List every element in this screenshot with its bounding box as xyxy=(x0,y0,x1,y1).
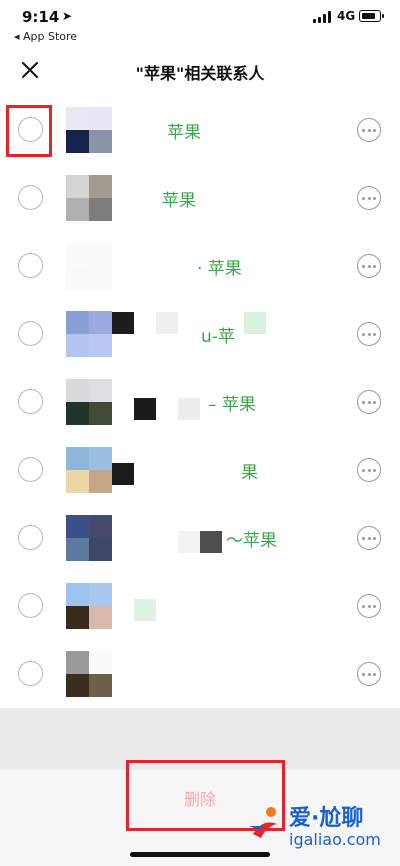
contact-row[interactable]: 果 xyxy=(0,436,400,504)
more-options-icon[interactable] xyxy=(357,662,381,686)
avatar xyxy=(66,379,112,425)
more-options-icon[interactable] xyxy=(357,254,381,278)
page-title: "苹果"相关联系人 xyxy=(135,64,265,83)
annotation-highlight-box xyxy=(6,105,52,157)
more-options-icon[interactable] xyxy=(357,118,381,142)
redacted-block xyxy=(178,531,200,553)
avatar xyxy=(66,311,112,357)
redacted-block xyxy=(112,312,134,334)
select-radio[interactable] xyxy=(18,525,43,550)
select-radio[interactable] xyxy=(18,457,43,482)
avatar xyxy=(66,107,112,153)
redacted-block xyxy=(134,599,156,621)
select-radio[interactable] xyxy=(18,253,43,278)
redacted-block xyxy=(156,312,178,334)
contact-row[interactable]: ～苹果 xyxy=(0,504,400,572)
battery-icon xyxy=(359,10,384,22)
redacted-block xyxy=(244,312,266,334)
network-type: 4G xyxy=(337,9,356,23)
runner-logo-icon xyxy=(249,807,277,838)
nav-bar: "苹果"相关联系人 xyxy=(0,48,400,94)
contact-name: u-苹 xyxy=(201,327,235,347)
more-options-icon[interactable] xyxy=(357,186,381,210)
contact-row[interactable]: 苹果 xyxy=(0,96,400,164)
watermark-logo: 爱·尬聊 igaliao.com xyxy=(245,798,395,858)
contact-list: 苹果 苹果 · 苹果 u-苹 – 苹果 果 ～苹果 xyxy=(0,96,400,708)
back-to-app-store-link[interactable]: ◂ App Store xyxy=(14,30,77,43)
contact-row[interactable] xyxy=(0,572,400,640)
more-options-icon[interactable] xyxy=(357,458,381,482)
select-radio[interactable] xyxy=(18,389,43,414)
home-indicator[interactable] xyxy=(130,852,270,857)
contact-name: 苹果 xyxy=(162,191,196,211)
contact-row[interactable]: · 苹果 xyxy=(0,232,400,300)
watermark-url: igaliao.com xyxy=(289,830,381,849)
avatar xyxy=(66,651,112,697)
contact-name: 果 xyxy=(241,463,258,483)
more-options-icon[interactable] xyxy=(357,526,381,550)
contact-name: ～苹果 xyxy=(226,531,277,551)
redacted-block xyxy=(134,398,156,420)
contact-row[interactable] xyxy=(0,640,400,708)
more-options-icon[interactable] xyxy=(357,322,381,346)
contact-row[interactable]: 苹果 xyxy=(0,164,400,232)
select-radio[interactable] xyxy=(18,661,43,686)
status-time: 9:14 xyxy=(22,8,60,26)
contact-name: – 苹果 xyxy=(208,395,256,415)
avatar xyxy=(66,447,112,493)
status-bar: 9:14 ➤ ◂ App Store 4G xyxy=(0,0,400,48)
redacted-block xyxy=(200,531,222,553)
contact-name: 苹果 xyxy=(167,123,201,143)
signal-icon xyxy=(313,11,333,23)
contact-name: · 苹果 xyxy=(197,259,242,279)
avatar xyxy=(66,175,112,221)
avatar xyxy=(66,583,112,629)
location-arrow-icon: ➤ xyxy=(62,9,73,23)
select-radio[interactable] xyxy=(18,185,43,210)
avatar xyxy=(66,243,112,289)
contact-row[interactable]: u-苹 xyxy=(0,300,400,368)
select-radio[interactable] xyxy=(18,593,43,618)
avatar xyxy=(66,515,112,561)
more-options-icon[interactable] xyxy=(357,594,381,618)
redacted-block xyxy=(178,398,200,420)
more-options-icon[interactable] xyxy=(357,390,381,414)
watermark-text: 爱·尬聊 xyxy=(289,806,364,831)
contact-row[interactable]: – 苹果 xyxy=(0,368,400,436)
select-radio[interactable] xyxy=(18,321,43,346)
redacted-block xyxy=(112,463,134,485)
